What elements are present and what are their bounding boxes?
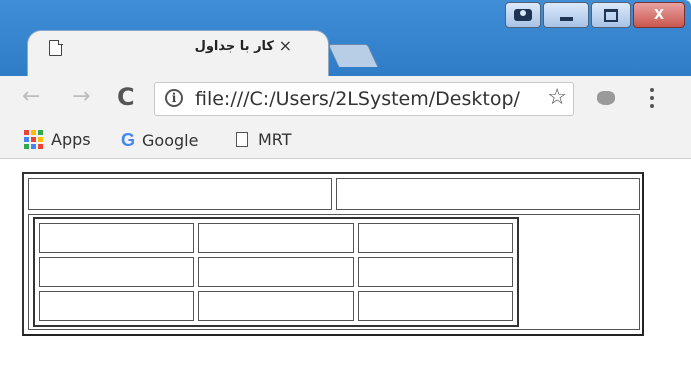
inner-table-cell	[198, 257, 354, 287]
outer-table-cell	[28, 178, 332, 210]
new-tab-button[interactable]	[327, 44, 379, 67]
window-controls: X	[505, 2, 685, 30]
bookmark-label: MRT	[258, 130, 292, 149]
bookmark-star-icon[interactable]: ☆	[547, 85, 567, 111]
menu-dots-icon[interactable]	[649, 88, 655, 112]
outer-table-cell	[336, 178, 640, 210]
page-icon	[236, 132, 248, 147]
outer-table-cell	[28, 214, 640, 330]
inner-table-cell	[39, 257, 195, 287]
apps-grid-icon	[24, 130, 43, 149]
minimize-button[interactable]	[543, 2, 589, 28]
address-bar[interactable]: i file:///C:/Users/2LSystem/Desktop/ ☆	[154, 82, 574, 116]
bookmark-apps[interactable]: Apps	[24, 130, 91, 149]
page-icon	[49, 39, 63, 56]
tab-close-icon[interactable]: ×	[279, 37, 292, 55]
bookmark-mrt[interactable]: MRT	[236, 130, 292, 149]
bookmark-label: Apps	[51, 130, 91, 149]
bookmark-label: Google	[142, 131, 199, 150]
tab-active[interactable]: کار با جداول ×	[27, 30, 329, 77]
inner-table-cell	[39, 223, 195, 253]
inner-table-cell	[357, 291, 513, 321]
url-text[interactable]: file:///C:/Users/2LSystem/Desktop/	[195, 88, 535, 110]
inner-table-cell	[198, 291, 354, 321]
profile-icon	[514, 9, 532, 21]
bookmarks-bar: Apps G Google MRT	[0, 122, 691, 159]
menu-dot	[650, 104, 654, 108]
forward-arrow-icon[interactable]: →	[72, 84, 90, 110]
inner-table-cell	[198, 223, 354, 253]
extension-icon[interactable]	[597, 91, 615, 105]
inner-table	[33, 217, 519, 327]
bookmark-google[interactable]: G Google	[121, 130, 198, 151]
tab-title: کار با جداول	[194, 39, 274, 54]
back-arrow-icon[interactable]: ←	[22, 84, 40, 110]
maximize-button[interactable]	[591, 2, 631, 28]
page-content	[0, 159, 691, 369]
close-icon: X	[653, 7, 665, 23]
menu-dot	[650, 88, 654, 92]
google-g-icon: G	[121, 130, 136, 150]
maximize-icon	[604, 8, 618, 22]
browser-toolbar: ← → C i file:///C:/Users/2LSystem/Deskto…	[0, 76, 691, 122]
minimize-icon	[559, 17, 573, 21]
inner-table-grid	[39, 223, 513, 321]
info-icon[interactable]: i	[165, 89, 183, 107]
close-window-button[interactable]: X	[633, 2, 685, 28]
inner-table-cell	[39, 291, 195, 321]
outer-table	[22, 172, 644, 336]
profile-button[interactable]	[505, 2, 541, 28]
reload-icon[interactable]: C	[117, 84, 135, 110]
menu-dot	[650, 96, 654, 100]
window-titlebar: X کار با جداول ×	[0, 0, 691, 77]
inner-table-cell	[357, 257, 513, 287]
inner-table-cell	[357, 223, 513, 253]
